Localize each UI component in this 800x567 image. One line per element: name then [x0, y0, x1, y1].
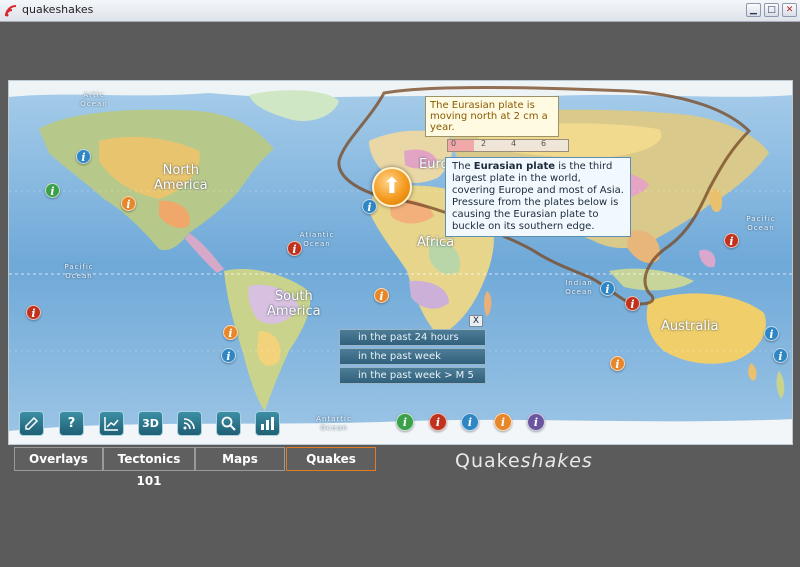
plate-direction-arrow-icon[interactable]: ⬆ [372, 167, 412, 207]
quake-menu-close-button[interactable]: X [469, 315, 483, 327]
quake-filter-week-m5[interactable]: in the past week > M 5 [339, 367, 486, 384]
app-logo-icon [5, 5, 17, 17]
antarctic-ocean-label: Antartic Ocean [316, 415, 352, 432]
graph-icon [104, 417, 119, 431]
info-marker[interactable]: i [221, 348, 236, 363]
info-marker[interactable]: i [362, 199, 377, 214]
info-marker[interactable]: i [26, 305, 41, 320]
legend-info-green[interactable]: i [396, 413, 414, 431]
info-marker[interactable]: i [625, 296, 640, 311]
overlay-tool-button[interactable] [19, 411, 44, 436]
brand-part1: Quake [455, 450, 521, 472]
plate-motion-callout: The Eurasian plate is moving north at 2 … [425, 96, 559, 137]
info-marker[interactable]: i [121, 196, 136, 211]
quake-filter-week[interactable]: in the past week [339, 348, 486, 365]
ruler-label: 2 [481, 139, 487, 148]
brand-part2: shakes [520, 450, 593, 472]
ruler-label: 0 [451, 139, 457, 148]
plate-info-popup: The Eurasian plate is the third largest … [445, 157, 631, 237]
maximize-button[interactable]: □ [764, 3, 779, 17]
motion-scale-ruler: 0 2 4 6 [447, 139, 569, 152]
pacific-ocean-west-label: Pacific Ocean [64, 263, 94, 280]
north-america-label: North America [154, 163, 208, 193]
chart-button[interactable] [255, 411, 280, 436]
legend-info-orange[interactable]: i [494, 413, 512, 431]
legend-info-red[interactable]: i [429, 413, 447, 431]
search-button[interactable] [216, 411, 241, 436]
tab-maps[interactable]: Maps [195, 447, 285, 471]
feed-button[interactable] [177, 411, 202, 436]
australia-label: Australia [661, 319, 719, 334]
info-marker[interactable]: i [764, 326, 779, 341]
3d-view-button[interactable]: 3D [138, 411, 163, 436]
ruler-label: 6 [541, 139, 547, 148]
quake-filter-24h[interactable]: in the past 24 hours [339, 329, 486, 346]
info-marker[interactable]: i [610, 356, 625, 371]
graph-button[interactable] [99, 411, 124, 436]
info-marker[interactable]: i [223, 325, 238, 340]
popup-text-start: The [452, 161, 474, 172]
3d-icon: 3D [142, 417, 159, 430]
tab-tectonics-101[interactable]: Tectonics 101 [103, 447, 195, 488]
info-marker[interactable]: i [287, 241, 302, 256]
legend-info-blue[interactable]: i [461, 413, 479, 431]
info-marker[interactable]: i [76, 149, 91, 164]
info-marker[interactable]: i [600, 281, 615, 296]
tab-quakes[interactable]: Quakes [286, 447, 376, 471]
window-title: quakeshakes [22, 3, 94, 16]
edit-icon [25, 416, 39, 430]
close-button[interactable]: ✕ [782, 3, 797, 17]
legend-info-purple[interactable]: i [527, 413, 545, 431]
help-button[interactable]: ? [59, 411, 84, 436]
south-america-label: South America [267, 289, 321, 319]
info-marker[interactable]: i [773, 348, 788, 363]
search-icon [221, 416, 236, 431]
title-bar: quakeshakes ▁ □ ✕ [0, 0, 800, 22]
arctic-ocean-label: Artic Ocean [80, 91, 108, 108]
feed-icon [183, 418, 195, 430]
africa-label: Africa [417, 235, 455, 250]
tab-overlays[interactable]: Overlays [14, 447, 103, 471]
map-background [9, 81, 792, 444]
info-marker[interactable]: i [374, 288, 389, 303]
help-icon: ? [67, 416, 76, 431]
pacific-ocean-east-label: Pacific Ocean [746, 215, 776, 232]
bar-chart-icon [261, 417, 274, 430]
world-map[interactable]: Artic Ocean Atlantic Ocean Pacific Ocean… [8, 80, 793, 445]
info-marker[interactable]: i [724, 233, 739, 248]
popup-plate-name: Eurasian plate [473, 161, 556, 172]
app-window: quakeshakes ▁ □ ✕ Artic Ocean Atlantic O… [0, 0, 800, 567]
info-marker[interactable]: i [45, 183, 60, 198]
ruler-label: 4 [511, 139, 517, 148]
minimize-button[interactable]: ▁ [746, 3, 761, 17]
brand-logo: Quakeshakes [455, 450, 593, 472]
